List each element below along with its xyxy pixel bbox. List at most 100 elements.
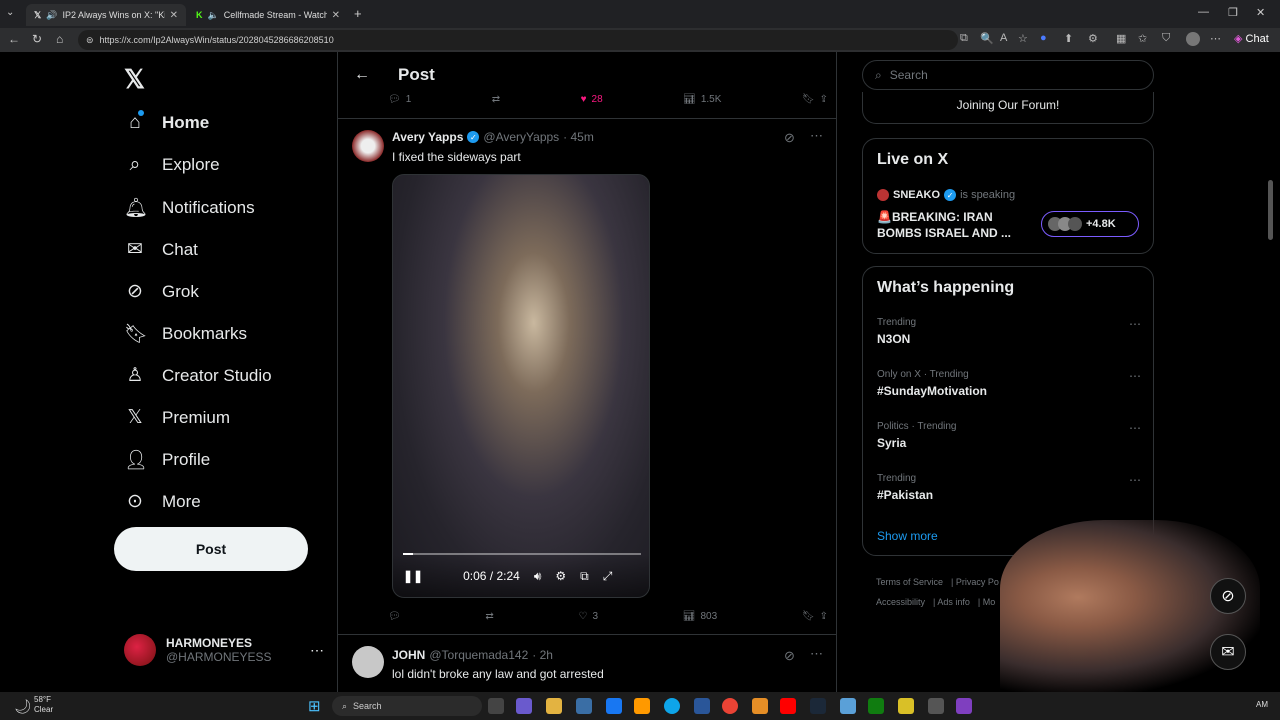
app-icon[interactable] (840, 698, 856, 714)
sidebar-item-explore[interactable]: ⌕ Explore (124, 154, 220, 176)
footer-link[interactable]: Accessibility (876, 597, 925, 607)
author-handle[interactable]: @AveryYapps (483, 130, 559, 144)
site-info-icon[interactable]: ⊜ (86, 35, 94, 46)
bookmark-button[interactable]: 🔖︎ ⇪ (802, 611, 828, 622)
task-view-icon[interactable] (488, 698, 504, 714)
sidebar-item-grok[interactable]: ⊘ Grok (124, 280, 199, 303)
sidebar-item-creator-studio[interactable]: ♙ Creator Studio (124, 364, 271, 387)
views-button[interactable]: 📊︎ 1.5K (683, 94, 721, 105)
post-time[interactable]: · 45m (563, 130, 594, 144)
minimize-icon[interactable]: — (1198, 6, 1209, 18)
tab-close-icon[interactable]: ✕ (170, 10, 178, 21)
grok-icon[interactable]: ⊘ (1210, 578, 1246, 614)
copilot-icon[interactable] (516, 698, 532, 714)
scrollbar-thumb[interactable] (1268, 180, 1273, 240)
share-icon[interactable]: ⇪ (820, 611, 828, 622)
author-name[interactable]: Avery Yapps (392, 130, 463, 144)
favorites-icon[interactable]: ✩ (1138, 32, 1147, 45)
live-headline[interactable]: 🚨BREAKING: IRAN BOMBS ISRAEL AND ... (877, 209, 1027, 241)
more-icon[interactable]: ⋯ (810, 646, 823, 662)
footer-link[interactable]: Terms of Service (876, 577, 943, 587)
search-input[interactable]: ⌕ Search (862, 60, 1154, 90)
clock[interactable]: AM (1256, 700, 1268, 709)
home-icon[interactable]: ⌂ (56, 32, 63, 46)
volume-icon[interactable]: 🔊︎ (534, 569, 542, 584)
steam-icon[interactable] (810, 698, 826, 714)
tab-list-chevron-icon[interactable]: ⌄ (6, 7, 14, 18)
app-icon[interactable] (928, 698, 944, 714)
browser-tab-active[interactable]: 𝕏 🔊 IP2 Always Wins on X: "Kick S ✕ (26, 4, 186, 26)
listeners-badge[interactable]: +4.8K (1041, 211, 1139, 237)
shield-icon[interactable]: ⛉ (1162, 32, 1170, 45)
trend-item[interactable]: Trending N3ON ⋯ (877, 317, 1141, 346)
youtube-icon[interactable] (780, 698, 796, 714)
live-speaker[interactable]: SNEAKO ✓ is speaking (877, 189, 1015, 201)
file-explorer-icon[interactable] (546, 698, 562, 714)
x-logo-icon[interactable]: 𝕏 (124, 64, 145, 95)
post-time[interactable]: · 2h (532, 648, 553, 662)
zoom-icon[interactable]: 🔍 (980, 32, 994, 45)
read-aloud-icon[interactable]: A (1000, 32, 1007, 44)
copilot-chat-button[interactable]: ◈ Chat (1234, 32, 1269, 45)
tab-close-icon[interactable]: ✕ (332, 10, 340, 21)
facebook-icon[interactable] (606, 698, 622, 714)
author-name[interactable]: JOHN (392, 648, 425, 662)
post-button[interactable]: Post (114, 527, 308, 571)
split-screen-icon[interactable]: ⧉ (960, 32, 968, 45)
sidebar-item-home[interactable]: ⌂ Home (124, 110, 209, 134)
windows-start-icon[interactable]: ⊞ (308, 697, 321, 715)
more-icon[interactable]: ⋯ (1129, 317, 1141, 331)
footer-link[interactable]: Privacy Po (956, 577, 999, 587)
more-icon[interactable]: ⋯ (1129, 473, 1141, 487)
more-icon[interactable]: ⋯ (1129, 421, 1141, 435)
fullscreen-icon[interactable]: ⤢ (603, 569, 613, 584)
more-icon[interactable]: ⋯ (810, 128, 823, 144)
extensions-puzzle-icon[interactable]: ⚙ (1088, 32, 1098, 45)
more-menu-icon[interactable]: ⋯ (1210, 32, 1221, 45)
pause-icon[interactable]: ❚❚ (403, 569, 423, 583)
trend-item[interactable]: Trending #Pakistan ⋯ (877, 473, 1141, 502)
avatar[interactable] (352, 646, 384, 678)
back-arrow-icon[interactable]: ← (354, 66, 370, 84)
pip-icon[interactable]: ⧉ (580, 569, 589, 584)
sidebar-item-profile[interactable]: 👤︎ Profile (124, 448, 210, 472)
close-window-icon[interactable]: ✕ (1256, 6, 1265, 19)
grok-icon[interactable]: ⊘ (784, 648, 795, 664)
sidebar-item-bookmarks[interactable]: 🔖︎ Bookmarks (124, 322, 247, 346)
reply-button[interactable]: 💬︎ (388, 611, 401, 622)
vlc-icon[interactable] (752, 698, 768, 714)
reply-button[interactable]: 💬︎ 1 (388, 94, 411, 105)
chrome-icon[interactable] (722, 698, 738, 714)
url-field[interactable]: ⊜ https://x.com/Ip2AlwaysWin/status/2028… (78, 30, 958, 50)
store-icon[interactable] (576, 698, 592, 714)
notes-icon[interactable] (898, 698, 914, 714)
amazon-icon[interactable] (634, 698, 650, 714)
browser-tab[interactable]: K 🔈 Cellfmade Stream - Watch Li ✕ (188, 4, 348, 26)
grok-icon[interactable]: ⊘ (784, 130, 795, 146)
extension-icon[interactable]: ⬆ (1064, 32, 1073, 45)
reload-icon[interactable]: ↻ (32, 32, 42, 46)
app-icon[interactable] (956, 698, 972, 714)
trend-item[interactable]: Only on X · Trending #SundayMotivation ⋯ (877, 369, 1141, 398)
bookmark-button[interactable]: 🔖︎ ⇪ (802, 94, 828, 105)
forum-card[interactable]: Joining Our Forum! (862, 92, 1154, 124)
sidebar-item-notifications[interactable]: 🔔︎ Notifications (124, 196, 255, 220)
author-handle[interactable]: @Torquemada142 (429, 648, 528, 662)
favorite-star-icon[interactable]: ☆ (1018, 32, 1028, 45)
weather-widget[interactable]: 58°F Clear (34, 695, 53, 715)
maximize-icon[interactable]: ❐ (1228, 6, 1238, 19)
taskbar-search[interactable]: ⌕ Search (332, 696, 482, 716)
calculator-icon[interactable] (694, 698, 710, 714)
back-icon[interactable]: ← (8, 32, 20, 46)
views-button[interactable]: 📊︎ 803 (683, 611, 717, 622)
new-tab-icon[interactable]: + (354, 6, 362, 21)
collections-icon[interactable]: ▦ (1116, 32, 1126, 45)
profile-avatar-icon[interactable] (1186, 32, 1200, 46)
more-icon[interactable]: ⋯ (1129, 369, 1141, 383)
repost-button[interactable]: ⇄ (492, 94, 500, 105)
footer-link[interactable]: Mo (983, 597, 996, 607)
share-icon[interactable]: ⇪ (820, 94, 828, 105)
show-more-link[interactable]: Show more (877, 529, 938, 543)
trend-item[interactable]: Politics · Trending Syria ⋯ (877, 421, 1141, 450)
mail-icon[interactable]: ✉ (1210, 634, 1246, 670)
